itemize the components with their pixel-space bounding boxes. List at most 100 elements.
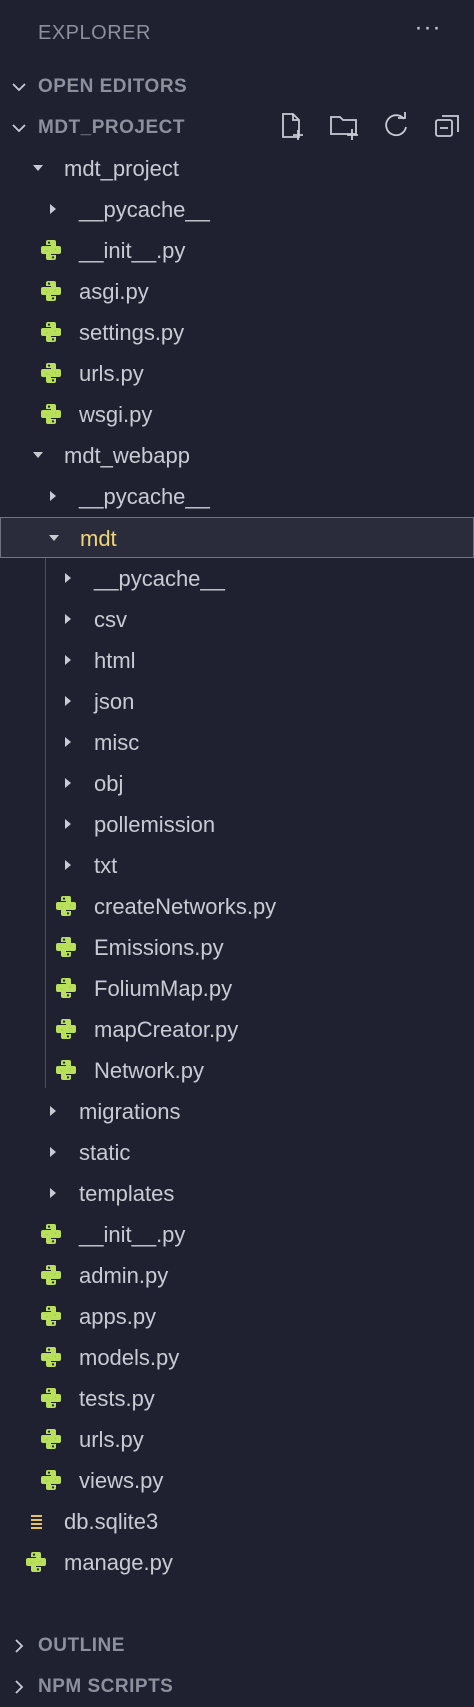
tree-item-label: mdt [80,526,117,551]
tree-file-manage-py[interactable]: manage.py [0,1542,474,1583]
tree-item-label: html [94,648,136,673]
chevron-down-icon [12,124,26,133]
tree-file-settings-py[interactable]: settings.py [0,312,474,353]
tree-item-label: urls.py [79,361,144,386]
tree-item-label: json [94,689,135,714]
open-editors-section-header[interactable]: OPEN EDITORS [0,66,474,107]
collapsed-arrow-icon [50,1147,56,1157]
tree-folder-csv[interactable]: csv [0,599,474,640]
python-file-icon [41,363,61,383]
tree-folder-html[interactable]: html [0,640,474,681]
tree-file-apps-py[interactable]: apps.py [0,1296,474,1337]
python-file-icon [41,1470,61,1490]
collapsed-arrow-icon [65,860,71,870]
chevron-right-icon [15,1639,24,1653]
tree-item-label: urls.py [79,1427,144,1452]
tree-file-asgi-py[interactable]: asgi.py [0,271,474,312]
open-editors-label: OPEN EDITORS [38,75,188,97]
tree-file-createnetworks-py[interactable]: createNetworks.py [0,886,474,927]
tree-item-label: apps.py [79,1304,157,1329]
tree-folder-mdt[interactable]: mdt [0,517,474,558]
tree-folder-pycache[interactable]: __pycache__ [0,476,474,517]
collapsed-arrow-icon [65,819,71,829]
tree-item-label: misc [94,730,140,755]
python-file-icon [41,1388,61,1408]
explorer-panel: EXPLORER ··· OPEN EDITORS MDT_PROJECT md… [0,0,474,1707]
tree-folder-pollemission[interactable]: pollemission [0,804,474,845]
outline-section-header[interactable]: OUTLINE [0,1625,474,1666]
tree-file-db-sqlite3[interactable]: db.sqlite3 [0,1501,474,1542]
collapsed-arrow-icon [50,204,56,214]
tree-folder-pycache[interactable]: __pycache__ [0,558,474,599]
tree-file-views-py[interactable]: views.py [0,1460,474,1501]
tree-file-urls-py[interactable]: urls.py [0,353,474,394]
tree-file-wsgi-py[interactable]: wsgi.py [0,394,474,435]
tree-item-label: mdt_project [64,156,179,181]
tree-folder-txt[interactable]: txt [0,845,474,886]
more-actions-button[interactable]: ··· [410,14,446,50]
python-file-icon [41,1265,61,1285]
tree-file-foliummap-py[interactable]: FoliumMap.py [0,968,474,1009]
expanded-arrow-icon [33,165,43,171]
expanded-arrow-icon [49,535,59,541]
tree-folder-migrations[interactable]: migrations [0,1091,474,1132]
tree-file-tests-py[interactable]: tests.py [0,1378,474,1419]
new-file-icon[interactable] [276,110,308,142]
tree-item-label: __pycache__ [79,197,210,222]
tree-item-label: __pycache__ [79,484,210,509]
tree-folder-pycache[interactable]: __pycache__ [0,189,474,230]
tree-item-label: FoliumMap.py [94,976,233,1001]
python-file-icon [41,404,61,424]
tree-file-network-py[interactable]: Network.py [0,1050,474,1091]
python-file-icon [41,322,61,342]
python-file-icon [41,1347,61,1367]
tree-folder-templates[interactable]: templates [0,1173,474,1214]
npm-scripts-section-header[interactable]: NPM SCRIPTS [0,1666,474,1707]
tree-item-label: migrations [79,1099,181,1124]
tree-item-label: templates [79,1181,175,1206]
refresh-icon[interactable] [380,110,412,142]
tree-file-emissions-py[interactable]: Emissions.py [0,927,474,968]
tree-folder-obj[interactable]: obj [0,763,474,804]
tree-file-mapcreator-py[interactable]: mapCreator.py [0,1009,474,1050]
tree-item-label: Network.py [94,1058,205,1083]
new-folder-icon[interactable] [328,110,360,142]
chevron-down-icon [12,83,26,92]
tree-folder-mdt-project[interactable]: mdt_project [0,148,474,189]
collapsed-arrow-icon [50,491,56,501]
tree-folder-json[interactable]: json [0,681,474,722]
collapsed-arrow-icon [65,614,71,624]
tree-file-init-py[interactable]: __init__.py [0,230,474,271]
tree-item-label: asgi.py [79,279,149,304]
tree-file-models-py[interactable]: models.py [0,1337,474,1378]
tree-item-label: Emissions.py [94,935,224,960]
npm-scripts-label: NPM SCRIPTS [38,1675,174,1697]
tree-item-label: pollemission [94,812,216,837]
tree-item-label: txt [94,853,118,878]
collapsed-arrow-icon [50,1188,56,1198]
tree-item-label: admin.py [79,1263,169,1288]
tree-file-init-py[interactable]: __init__.py [0,1214,474,1255]
tree-folder-mdt-webapp[interactable]: mdt_webapp [0,435,474,476]
collapsed-arrow-icon [50,1106,56,1116]
tree-item-label: wsgi.py [79,402,153,427]
collapsed-arrow-icon [65,655,71,665]
tree-item-label: __init__.py [79,1222,186,1247]
python-file-icon [41,1429,61,1449]
tree-file-urls-py[interactable]: urls.py [0,1419,474,1460]
tree-folder-misc[interactable]: misc [0,722,474,763]
tree-file-admin-py[interactable]: admin.py [0,1255,474,1296]
tree-item-label: createNetworks.py [94,894,277,919]
python-file-icon [56,978,76,998]
python-file-icon [56,1019,76,1039]
tree-folder-static[interactable]: static [0,1132,474,1173]
tree-item-label: mapCreator.py [94,1017,239,1042]
tree-item-label: __pycache__ [94,566,225,591]
chevron-right-icon [15,1680,24,1694]
collapse-all-icon[interactable] [432,110,464,142]
collapsed-arrow-icon [65,737,71,747]
python-file-icon [41,240,61,260]
tree-item-label: obj [94,771,124,796]
database-file-icon [31,1515,42,1529]
tree-item-label: settings.py [79,320,185,345]
